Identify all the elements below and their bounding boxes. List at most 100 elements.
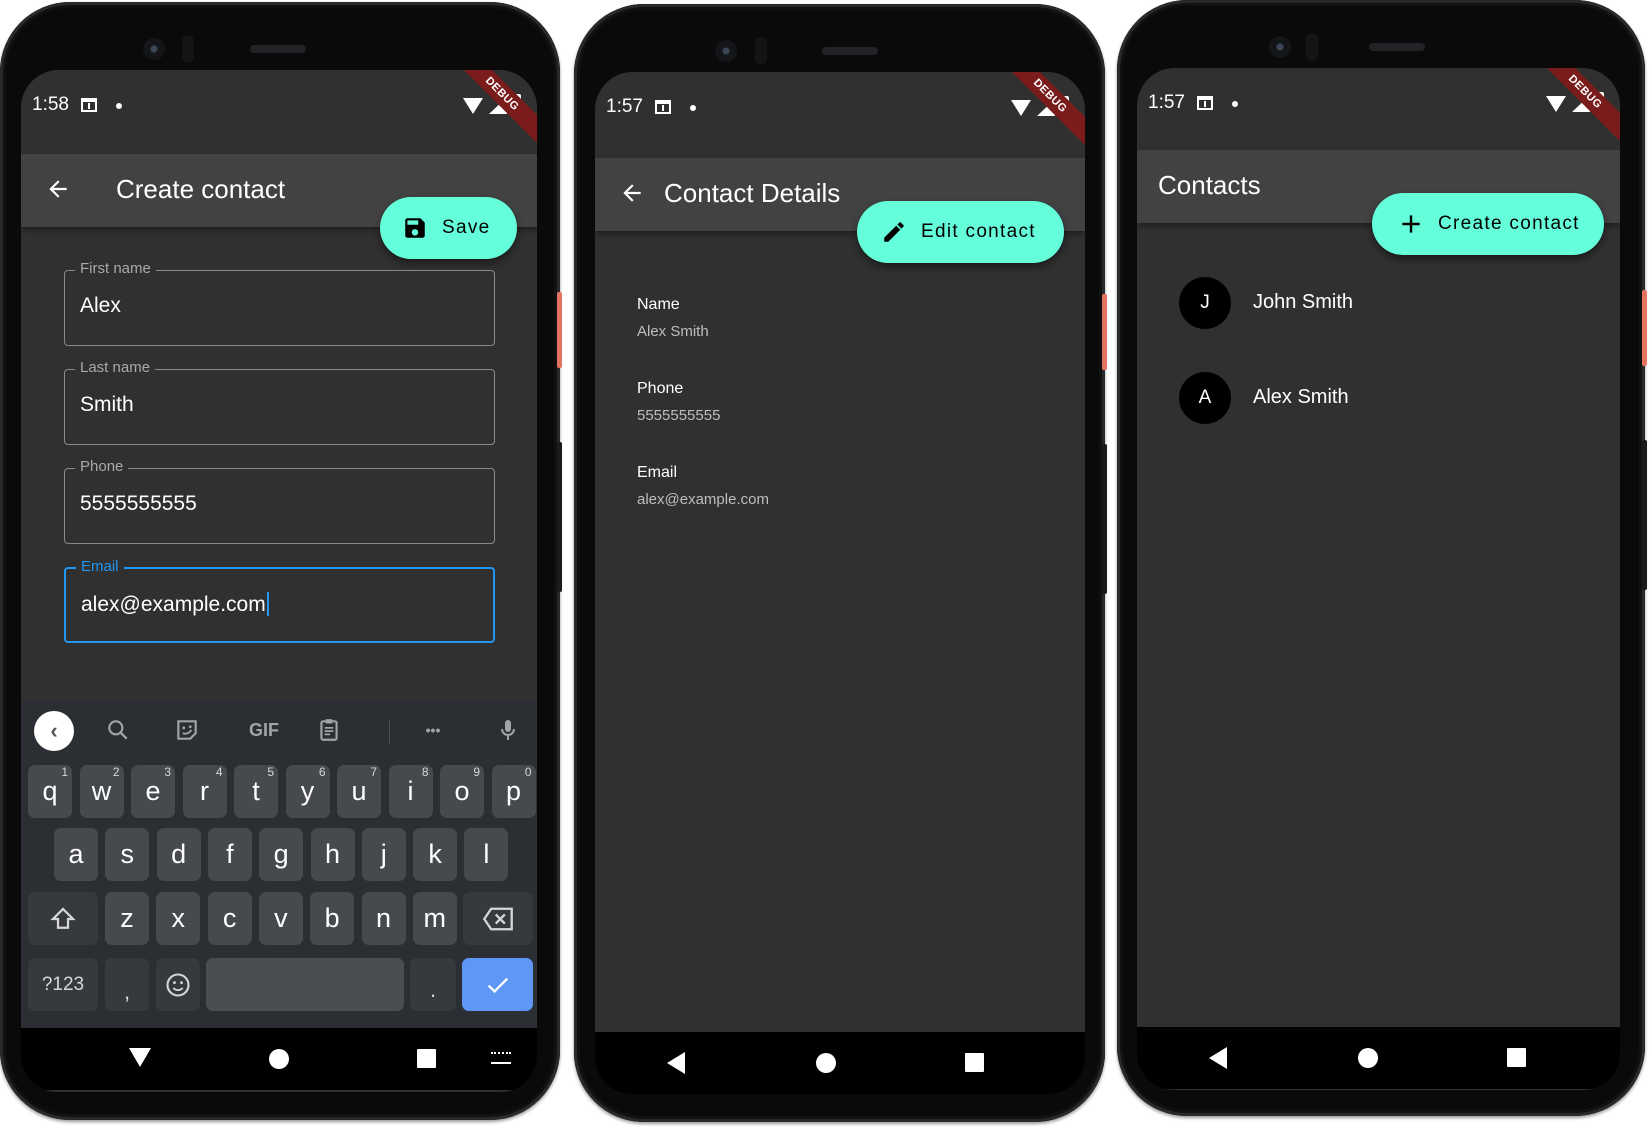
period-key[interactable]: . (410, 958, 456, 1011)
keyboard-toolbar: ‹ GIF ••• (21, 701, 537, 757)
detail-phone-value: 5555555555 (637, 407, 721, 424)
key-e[interactable]: e3 (131, 765, 175, 818)
volume-button (1642, 440, 1647, 590)
nav-recents-icon[interactable] (1507, 1048, 1526, 1067)
system-nav-bar (595, 1032, 1085, 1094)
key-u[interactable]: u7 (337, 765, 381, 818)
key-p[interactable]: p0 (491, 765, 536, 818)
create-contact-button-label: Create contact (1438, 213, 1580, 234)
key-l[interactable]: l (464, 828, 509, 881)
key-number-hint: 8 (421, 765, 429, 779)
symbols-key[interactable]: ?123 (28, 958, 98, 1011)
gif-button[interactable]: GIF (244, 711, 284, 749)
key-b[interactable]: b (310, 892, 355, 945)
key-r[interactable]: r4 (182, 765, 227, 818)
front-camera (1269, 36, 1291, 58)
system-nav-bar (21, 1028, 537, 1090)
more-options-button[interactable]: ••• (416, 711, 450, 749)
save-button-label: Save (442, 217, 491, 238)
nav-back-icon[interactable] (667, 1052, 685, 1074)
first-name-input[interactable]: Alex (80, 294, 480, 318)
edit-contact-button-label: Edit contact (921, 221, 1036, 242)
nav-recents-icon[interactable] (417, 1049, 436, 1068)
key-m[interactable]: m (412, 892, 457, 945)
calendar-notification-icon (1197, 96, 1213, 110)
earpiece-speaker (1369, 43, 1425, 51)
phone-input[interactable]: 5555555555 (80, 492, 480, 516)
arrow-left-icon[interactable] (619, 180, 645, 206)
nav-back-icon[interactable] (1209, 1047, 1227, 1069)
email-field[interactable]: Email alex@example.com (64, 558, 495, 643)
pencil-icon (884, 222, 904, 242)
backspace-key[interactable] (463, 892, 533, 945)
emoji-icon (166, 972, 190, 997)
wifi-icon (463, 98, 483, 114)
email-input[interactable]: alex@example.com (81, 593, 266, 616)
nav-keyboard-switch-icon[interactable] (491, 1052, 511, 1064)
status-time: 1:57 (606, 96, 643, 117)
key-k[interactable]: k (413, 828, 458, 881)
nav-recents-icon[interactable] (965, 1053, 984, 1072)
key-y[interactable]: y6 (285, 765, 330, 818)
nav-home-icon[interactable] (1358, 1048, 1378, 1068)
key-n[interactable]: n (361, 892, 406, 945)
key-z[interactable]: z (105, 892, 149, 945)
save-button[interactable]: Save (380, 197, 517, 259)
key-x[interactable]: x (156, 892, 201, 945)
key-d[interactable]: d (156, 828, 201, 881)
keyboard-collapse-button[interactable]: ‹ (34, 711, 74, 751)
space-key[interactable] (206, 958, 404, 1011)
wifi-icon (1011, 100, 1031, 116)
power-button (557, 292, 562, 368)
key-s[interactable]: s (105, 828, 150, 881)
notification-dot-icon (1232, 101, 1238, 107)
arrow-left-icon[interactable] (45, 176, 71, 202)
key-v[interactable]: v (258, 892, 303, 945)
front-camera (143, 38, 165, 60)
contact-list-item[interactable]: J John Smith (1137, 260, 1620, 346)
nav-home-icon[interactable] (816, 1053, 836, 1073)
key-t[interactable]: t5 (234, 765, 278, 818)
volume-button (1102, 444, 1107, 594)
search-icon[interactable] (105, 711, 131, 749)
first-name-field[interactable]: First name Alex (64, 260, 495, 346)
key-number-hint: 9 (473, 765, 480, 779)
soft-keyboard: ‹ GIF ••• q1w2e3r4t5y6u7i8o9p0 asdfghjkl (21, 701, 537, 1028)
emoji-key[interactable] (156, 958, 200, 1011)
contact-list-item[interactable]: A Alex Smith (1137, 355, 1620, 441)
key-number-hint: 6 (318, 765, 326, 779)
key-h[interactable]: h (310, 828, 355, 881)
phone-field[interactable]: Phone 5555555555 (64, 458, 495, 544)
key-g[interactable]: g (259, 828, 304, 881)
last-name-field[interactable]: Last name Smith (64, 359, 495, 445)
toolbar-divider (389, 719, 390, 745)
nav-back-icon[interactable] (129, 1048, 151, 1067)
earpiece-speaker (250, 45, 306, 53)
key-j[interactable]: j (361, 828, 406, 881)
clipboard-icon[interactable] (316, 711, 342, 749)
key-i[interactable]: i8 (388, 765, 433, 818)
create-contact-button[interactable]: Create contact (1372, 193, 1604, 255)
microphone-icon[interactable] (496, 711, 520, 749)
shift-icon (50, 906, 76, 929)
edit-contact-button[interactable]: Edit contact (857, 201, 1064, 263)
key-c[interactable]: c (207, 892, 252, 945)
save-icon (405, 218, 425, 238)
shift-key[interactable] (28, 892, 98, 945)
notification-dot-icon (690, 105, 696, 111)
key-f[interactable]: f (207, 828, 252, 881)
email-input-wrap[interactable]: alex@example.com (81, 592, 481, 617)
status-bar: 1:57 DEBUG (1137, 68, 1620, 150)
sticker-icon[interactable] (174, 711, 200, 749)
done-key[interactable] (462, 958, 533, 1011)
power-button (1102, 294, 1107, 370)
avatar: A (1179, 372, 1231, 424)
comma-key[interactable]: , (105, 958, 149, 1011)
key-w[interactable]: w2 (79, 765, 124, 818)
key-o[interactable]: o9 (440, 765, 484, 818)
key-a[interactable]: a (54, 828, 98, 881)
nav-home-icon[interactable] (269, 1049, 289, 1069)
first-name-label: First name (75, 260, 156, 277)
last-name-input[interactable]: Smith (80, 393, 480, 417)
key-q[interactable]: q1 (28, 765, 72, 818)
